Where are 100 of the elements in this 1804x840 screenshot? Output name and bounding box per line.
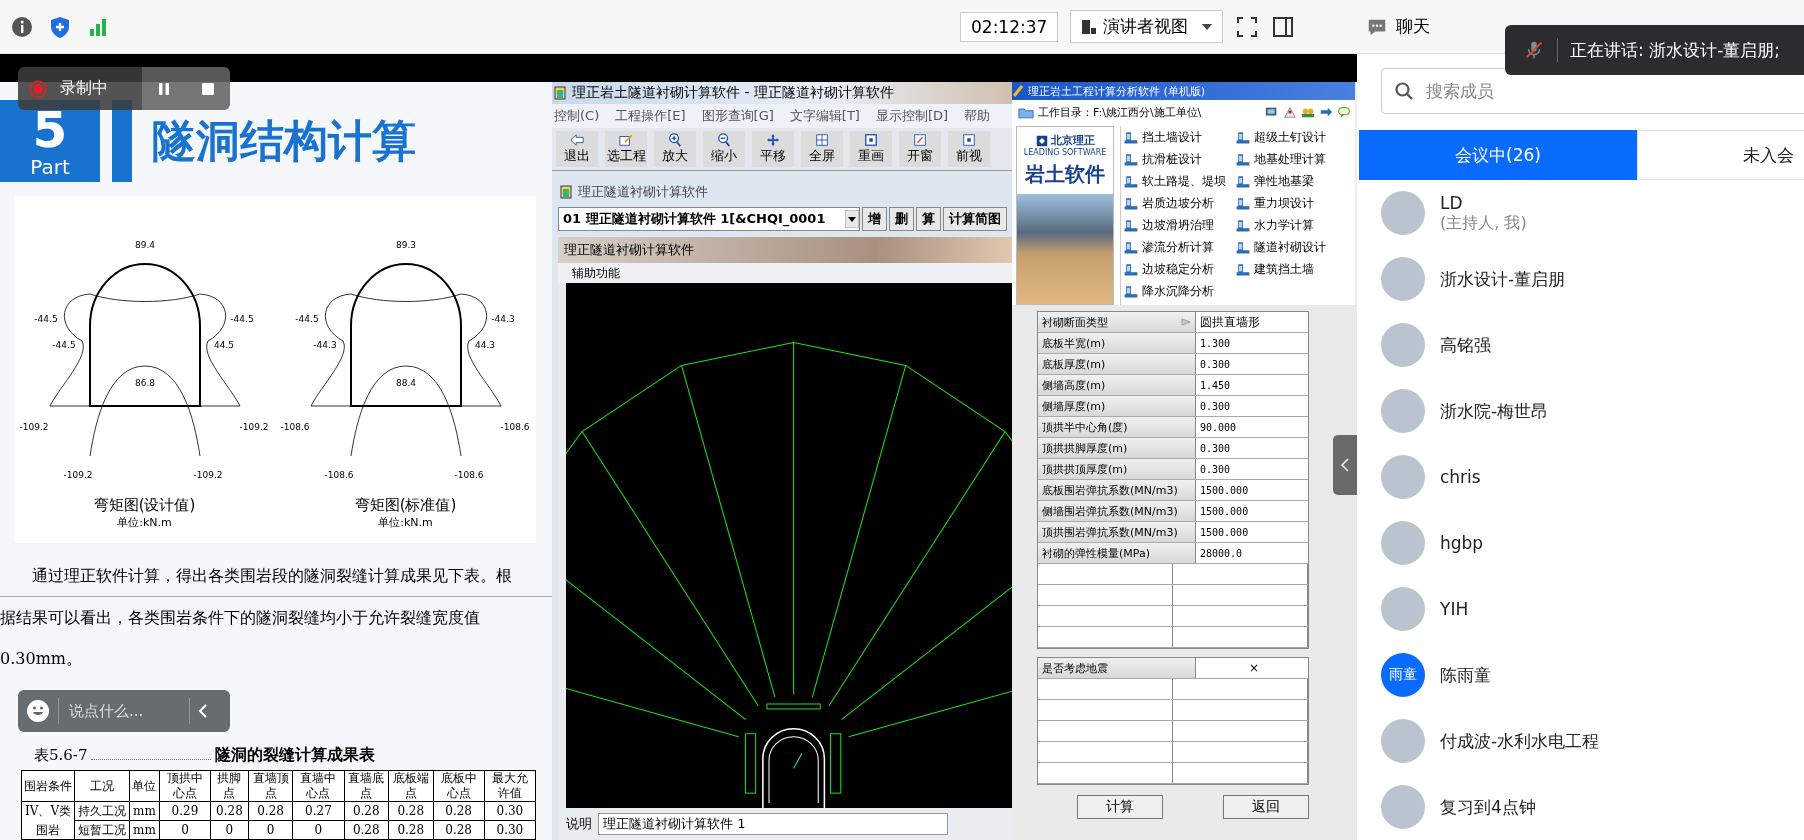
action-button[interactable]: 算 <box>916 207 941 231</box>
menu-item[interactable]: 工程操作[E] <box>615 107 686 125</box>
parameter-value[interactable]: 1500.000 <box>1196 522 1308 542</box>
parameter-value[interactable]: 1500.000 <box>1196 480 1308 500</box>
structure-icon <box>1123 129 1139 145</box>
toolbar-button[interactable]: 开窗 <box>899 131 941 167</box>
comment-bar[interactable]: 说点什么... <box>18 690 230 732</box>
value-label: -108.6 <box>454 470 483 480</box>
module-item[interactable]: 边坡滑坍治理 <box>1123 214 1235 236</box>
avatar-image <box>1381 455 1425 499</box>
collapse-handle[interactable] <box>1333 435 1357 495</box>
part-label: Part <box>30 156 70 178</box>
module-item[interactable]: 隧道衬砌设计 <box>1235 236 1347 258</box>
module-item[interactable]: 超级土钉设计 <box>1235 126 1347 148</box>
toolbar-button[interactable]: 重画 <box>850 131 892 167</box>
parameter-value[interactable]: 圆拱直墙形 <box>1196 312 1308 332</box>
member-item[interactable]: 浙水设计-董启朋 <box>1359 246 1804 312</box>
parameter-value[interactable]: 28000.0 <box>1196 543 1308 563</box>
parameter-value[interactable]: 1500.000 <box>1196 501 1308 521</box>
parameter-name: 顶拱拱脚厚度(m) <box>1042 440 1128 456</box>
search-field[interactable]: 搜索成员 <box>1381 68 1804 114</box>
toolbar-button[interactable]: 选工程 <box>605 131 647 167</box>
menu-item[interactable]: 显示控制[D] <box>875 107 949 125</box>
member-item[interactable]: 付成波-水利水电工程 <box>1359 708 1804 774</box>
parameter-value[interactable]: 0.300 <box>1196 354 1308 374</box>
note-label: 说明 <box>566 815 592 833</box>
comment-input[interactable]: 说点什么... <box>67 701 181 721</box>
pause-icon[interactable] <box>156 80 172 97</box>
dialog-button[interactable]: 计算 <box>1077 795 1163 819</box>
project-dropdown[interactable]: 01 理正隧道衬砌计算软件 1[&CHQI_0001 <box>558 207 860 231</box>
menu-item[interactable]: 帮助 <box>964 107 991 125</box>
smiley-icon[interactable] <box>26 699 50 723</box>
table-cell: mm <box>129 801 160 821</box>
toolbar-button[interactable]: 全屏 <box>801 131 843 167</box>
stop-icon[interactable] <box>200 80 216 97</box>
member-item[interactable]: hgbp <box>1359 510 1804 576</box>
toolbar-button[interactable]: 平移 <box>752 131 794 167</box>
value-label: -44.5 <box>229 314 254 324</box>
table-cell: 短暂工况 <box>74 820 130 840</box>
toolbar-button[interactable]: 放大 <box>654 131 696 167</box>
table-cell: 0.28 <box>388 801 434 821</box>
column-header: 顶拱中心点 <box>159 770 211 802</box>
toolbar-button[interactable]: 退出 <box>556 131 598 167</box>
module-item[interactable]: 水力学计算 <box>1235 214 1347 236</box>
menu-item[interactable]: 图形查询[G] <box>701 107 774 125</box>
member-item[interactable]: LD (主持人, 我) <box>1359 180 1804 246</box>
module-item[interactable]: 岩质边坡分析 <box>1123 192 1235 214</box>
module-item[interactable]: 渗流分析计算 <box>1123 236 1235 258</box>
fullscreen-icon[interactable] <box>1235 14 1260 39</box>
member-item[interactable]: 复习到4点钟 <box>1359 774 1804 840</box>
member-item[interactable]: 雨童 陈雨童 <box>1359 642 1804 708</box>
monitor-icon[interactable] <box>1265 105 1279 119</box>
side-panel-icon[interactable] <box>1271 14 1296 39</box>
module-item[interactable]: 边坡稳定分析 <box>1123 258 1235 280</box>
member-tab[interactable]: 会议中(26) <box>1359 130 1637 180</box>
parameter-value[interactable]: 0.300 <box>1196 438 1308 458</box>
module-item[interactable]: 挡土墙设计 <box>1123 126 1235 148</box>
working-directory: 工作目录：F:\姚江西分\施工单位\ <box>1038 104 1202 120</box>
member-item[interactable]: YIH <box>1359 576 1804 642</box>
module-item[interactable]: 建筑挡土墙 <box>1235 258 1347 280</box>
dialog-button[interactable]: 返回 <box>1223 795 1309 819</box>
help-icon[interactable] <box>1283 105 1297 119</box>
parameter-value[interactable]: × <box>1196 658 1308 678</box>
parameter-value[interactable]: 1.300 <box>1196 333 1308 353</box>
toolbar-button[interactable]: 前视 <box>948 131 990 167</box>
view-mode-button[interactable]: 演讲者视图 <box>1070 10 1224 43</box>
avatar-image <box>1381 521 1425 565</box>
module-item[interactable]: 抗滑桩设计 <box>1123 148 1235 170</box>
structure-icon <box>1123 261 1139 277</box>
shield-icon[interactable] <box>48 14 72 39</box>
module-item[interactable]: 弹性地基梁 <box>1235 170 1347 192</box>
member-item[interactable]: 高铭强 <box>1359 312 1804 378</box>
value-label: -109.2 <box>239 422 268 432</box>
arrow-icon[interactable] <box>1319 105 1333 119</box>
action-button[interactable]: 计算简图 <box>943 207 1007 231</box>
parameter-value[interactable]: 90.000 <box>1196 417 1308 437</box>
menu-item[interactable]: 文字编辑[T] <box>789 107 860 125</box>
unit-label: 单位:kN.m <box>117 515 172 530</box>
structure-icon <box>1235 173 1251 189</box>
note-field[interactable]: 理正隧道衬砌计算软件 1 <box>598 813 948 835</box>
toolbar-button[interactable]: 缩小 <box>703 131 745 167</box>
parameter-value[interactable]: 1.450 <box>1196 375 1308 395</box>
chat-icon[interactable] <box>1337 105 1351 119</box>
menu-item[interactable]: 控制(C) <box>554 107 600 125</box>
action-button[interactable]: 删 <box>889 207 914 231</box>
module-item[interactable]: 地基处理计算 <box>1235 148 1347 170</box>
parameter-value[interactable]: 0.300 <box>1196 459 1308 479</box>
parameter-name: 侧墙高度(m) <box>1042 377 1106 393</box>
info-icon[interactable] <box>10 14 34 39</box>
module-item[interactable]: 软土路堤、堤坝 <box>1123 170 1235 192</box>
table-cell: 0.28 <box>248 801 293 821</box>
chevron-left-icon[interactable] <box>198 703 208 719</box>
parameter-value[interactable]: 0.300 <box>1196 396 1308 416</box>
chat-tab[interactable]: 聊天 <box>1350 14 1436 39</box>
member-item[interactable]: chris <box>1359 444 1804 510</box>
member-tab[interactable]: 未入会 <box>1637 130 1804 180</box>
member-item[interactable]: 浙水院-梅世昂 <box>1359 378 1804 444</box>
action-button[interactable]: 增 <box>862 207 887 231</box>
module-item[interactable]: 降水沉降分析 <box>1123 280 1235 302</box>
module-item[interactable]: 重力坝设计 <box>1235 192 1347 214</box>
